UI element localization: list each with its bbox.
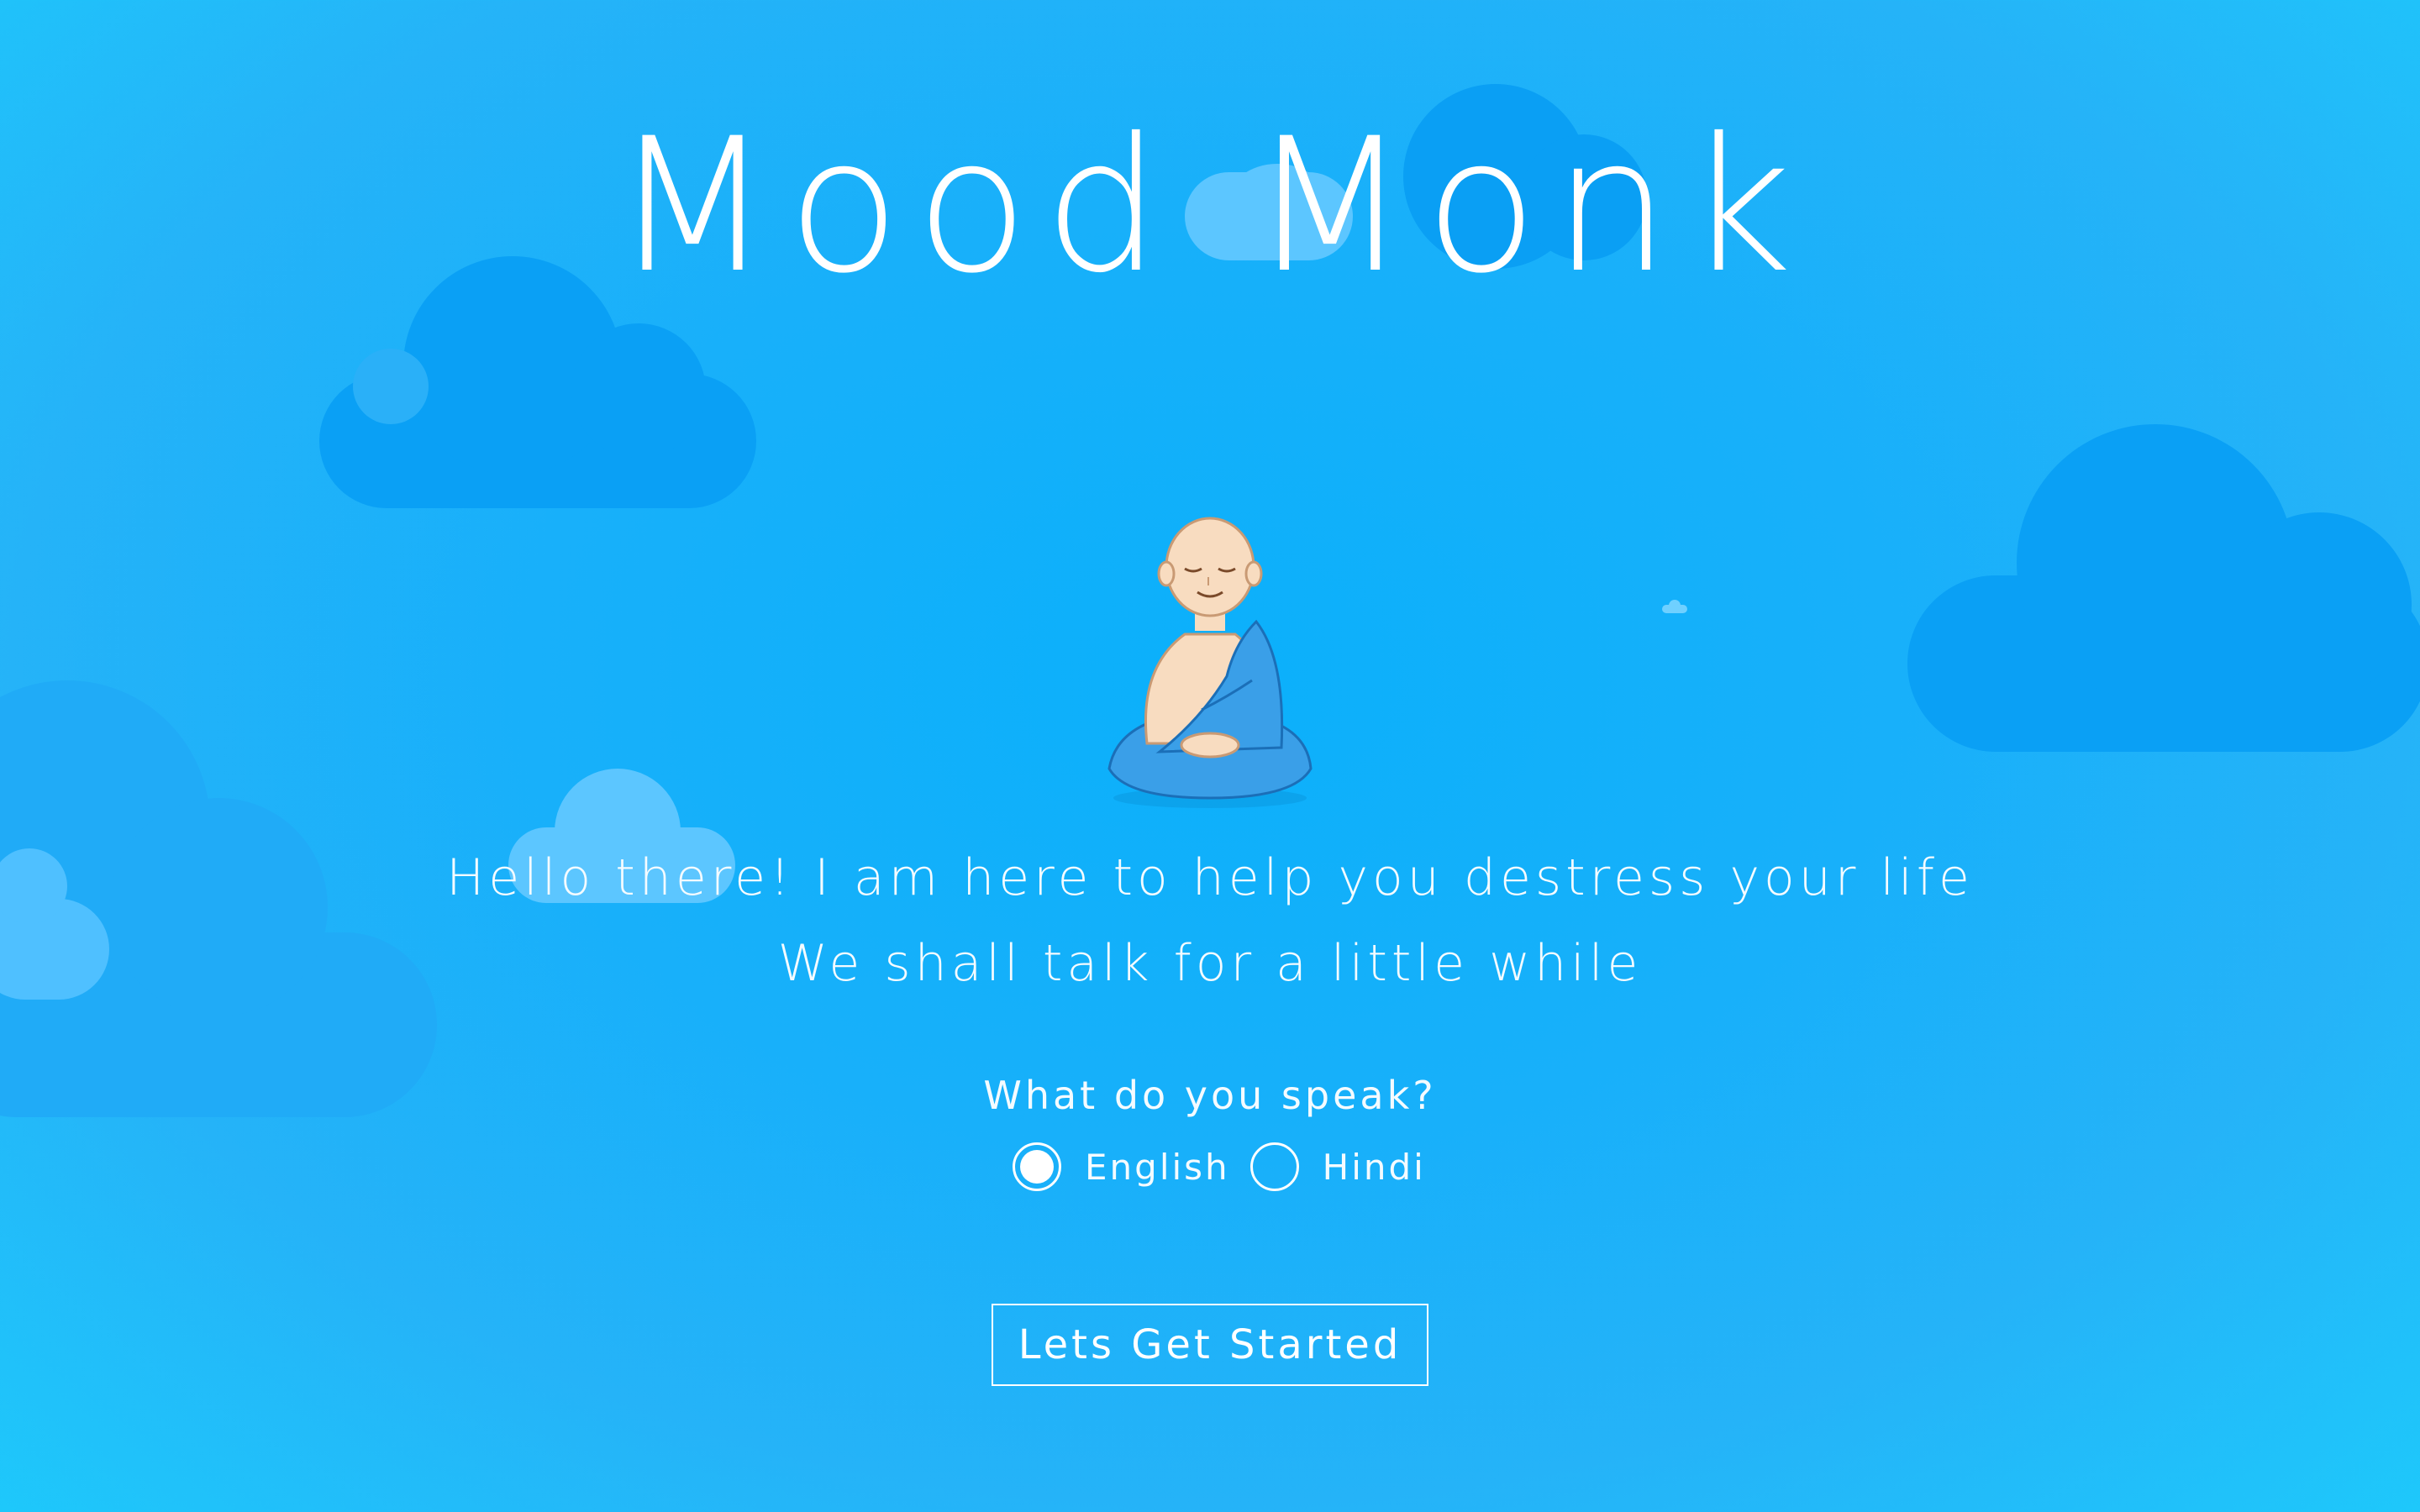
cloud-right [1907,424,2420,752]
radio-english[interactable] [1013,1142,1061,1191]
meditating-monk-icon [1101,508,1319,811]
language-question: What do you speak? [983,1073,1437,1118]
language-options: English Hindi [1013,1140,1446,1194]
greeting-line-2: We shall talk for a little while [777,934,1643,993]
greeting-line-1: Hello there! I am here to help you destr… [446,848,1974,907]
radio-hindi[interactable] [1249,1142,1299,1191]
app-title: Mood Monk [613,98,1807,313]
radio-hindi-label[interactable]: Hindi [1323,1147,1426,1188]
cloud-tiny [1662,600,1687,613]
get-started-button[interactable]: Lets Get Started [992,1304,1428,1386]
radio-english-label[interactable]: English [1085,1147,1230,1188]
